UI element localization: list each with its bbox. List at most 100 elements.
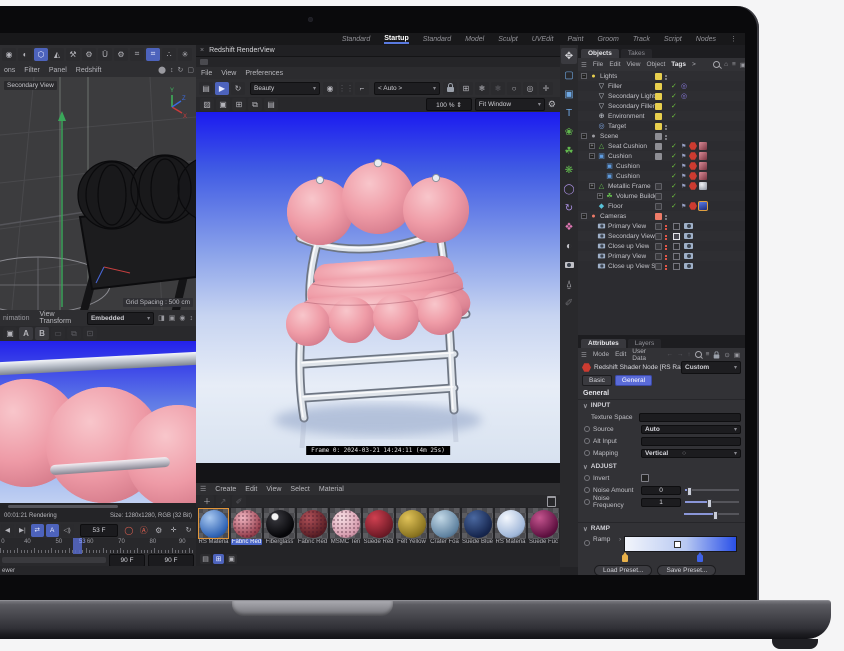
input-group-title[interactable]: INPUT	[591, 402, 611, 409]
noise-amount-field[interactable]: 0	[641, 486, 681, 495]
noise-amount-slider[interactable]	[685, 489, 739, 491]
tree-row[interactable]: −●Lights	[578, 71, 745, 81]
layer-swatch[interactable]	[655, 183, 662, 190]
viewport-menu-filter[interactable]: Filter	[24, 67, 40, 74]
tree-row[interactable]: Close up View	[578, 241, 745, 251]
ramp-marker[interactable]	[674, 541, 681, 548]
material-mode-icon[interactable]: ◐	[18, 48, 32, 61]
generator-icon[interactable]: ❀	[561, 124, 577, 140]
history-arrow-icon[interactable]: ↑	[687, 351, 690, 358]
material-tag-icon[interactable]	[689, 152, 697, 160]
autokey-ring-icon[interactable]: Ⓐ	[137, 524, 150, 537]
snap-grid-icon[interactable]: ⌗	[146, 48, 160, 61]
layer-swatch[interactable]	[655, 223, 662, 230]
lock-icon[interactable]	[443, 82, 457, 95]
tree-row[interactable]: ▣Cushion✓⚑	[578, 171, 745, 181]
visibility-dots[interactable]	[665, 215, 667, 217]
layer-swatch[interactable]	[655, 123, 662, 130]
layer-swatch[interactable]	[655, 143, 662, 150]
search-icon[interactable]	[695, 351, 702, 358]
tree-row[interactable]: ⊕Environment✓	[578, 111, 745, 121]
texture-tag-icon[interactable]	[699, 152, 707, 160]
layout-tab-standard[interactable]: Standard	[423, 36, 451, 43]
texture-tag-icon[interactable]	[699, 142, 707, 150]
material-tag-icon[interactable]	[689, 172, 697, 180]
undo-icon[interactable]: ◉	[2, 48, 16, 61]
mapping-select[interactable]: Vertical○▾	[641, 449, 741, 458]
preset-select[interactable]: Custom▾	[681, 361, 741, 374]
texture-tag-icon[interactable]	[699, 172, 707, 180]
current-frame-field[interactable]: 53 F	[80, 524, 119, 537]
material-item[interactable]: Fabric Red	[230, 508, 263, 553]
maximize-icon[interactable]: ▢	[187, 66, 194, 74]
renderview-menu-view[interactable]: View	[221, 70, 236, 77]
points-icon[interactable]: ∴	[162, 48, 176, 61]
layout-tab-model[interactable]: Model	[465, 36, 484, 43]
timeline-ruler[interactable]: 040506070809053	[0, 538, 196, 554]
keyframe-gear-icon[interactable]: ⚙	[152, 524, 165, 537]
tab-thumb[interactable]	[200, 59, 208, 65]
layout-tab-groom[interactable]: Groom	[597, 36, 618, 43]
enabled-check-icon[interactable]: ✓	[671, 82, 677, 90]
refresh-icon[interactable]: ↻	[231, 82, 245, 95]
objects-menu-edit[interactable]: Edit	[609, 61, 620, 68]
material-tag-icon[interactable]	[689, 182, 697, 190]
material-menu-select[interactable]: Select	[290, 486, 309, 493]
tab-takes[interactable]: Takes	[621, 49, 652, 58]
gear-icon[interactable]: ⚙	[548, 99, 556, 110]
camera-tag-icon[interactable]	[684, 233, 693, 239]
ramp-stop-left[interactable]	[622, 555, 628, 562]
material-preview[interactable]	[429, 508, 460, 539]
history-icon[interactable]: ⊙	[724, 351, 729, 359]
material-item[interactable]: Fabric Red	[296, 508, 329, 553]
layer-swatch[interactable]	[655, 83, 662, 90]
layout-tab-sculpt[interactable]: Sculpt	[498, 36, 517, 43]
general-button[interactable]: General	[615, 375, 652, 386]
popout-icon[interactable]: ▣	[169, 314, 176, 322]
crop-icon[interactable]: ⌐	[355, 82, 369, 95]
ramp-stop-right[interactable]	[697, 555, 703, 562]
tree-row[interactable]: Primary View	[578, 221, 745, 231]
enabled-check-icon[interactable]: ✓	[671, 172, 677, 180]
dither-icon[interactable]: ⋮⋮	[339, 82, 353, 95]
sound-icon[interactable]: ◁)	[61, 524, 74, 537]
texture-space-field[interactable]	[639, 413, 741, 422]
secondary-viewport[interactable]: Y X Z Secondary View Grid Spacing : 500 …	[0, 77, 196, 310]
tree-row[interactable]: ▽Filler✓◎	[578, 81, 745, 91]
layer-swatch[interactable]	[655, 243, 662, 250]
ab-b-button[interactable]: B	[35, 327, 49, 340]
range-start-field[interactable]: 90 F	[109, 554, 145, 566]
texture-tag-icon[interactable]	[699, 202, 707, 210]
composition-tag-icon[interactable]: ⚑	[681, 173, 686, 180]
tree-row[interactable]: −●Scene	[578, 131, 745, 141]
composition-tag-icon[interactable]: ⚑	[681, 203, 686, 210]
material-item[interactable]: RS Materia	[494, 508, 527, 553]
layer-swatch[interactable]	[655, 73, 662, 80]
tab-objects[interactable]: Objects	[581, 49, 619, 58]
pan-view-icon[interactable]: ✛	[167, 524, 180, 537]
layer-swatch[interactable]	[655, 203, 662, 210]
tree-row[interactable]: −▣Cushion✓⚑	[578, 151, 745, 161]
grid-view-icon[interactable]: ⊞	[213, 554, 224, 564]
material-menu-view[interactable]: View	[266, 486, 281, 493]
objects-menu-file[interactable]: File	[593, 61, 603, 68]
overflow-menu-icon[interactable]: ⋮	[730, 35, 737, 43]
expand-toggle-icon[interactable]: −	[589, 153, 595, 159]
popout-icon[interactable]: ▣	[740, 61, 745, 69]
expand-toggle-icon[interactable]: +	[589, 183, 595, 189]
camera-tag-icon[interactable]	[684, 223, 693, 229]
search-icon[interactable]	[713, 61, 720, 68]
material-preview[interactable]	[363, 508, 394, 539]
compare-hatch-icon[interactable]: ▨	[200, 98, 214, 111]
attr-menu-user-data[interactable]: User Data	[632, 348, 660, 362]
camera-icon[interactable]	[561, 257, 577, 273]
render-visibility-dots[interactable]	[665, 245, 667, 247]
visibility-dots[interactable]	[665, 135, 667, 137]
updown-icon[interactable]: ↕	[190, 315, 194, 322]
gear-icon[interactable]: ⚙	[114, 48, 128, 61]
noise-frequency-field[interactable]: 1	[641, 498, 681, 507]
render-pass-select[interactable]: Beauty▾	[250, 82, 320, 95]
updown-icon[interactable]: ↕	[170, 67, 174, 74]
hamburger-icon[interactable]: ☰	[581, 61, 587, 69]
play-to-end-icon[interactable]: ▶|	[16, 524, 29, 537]
